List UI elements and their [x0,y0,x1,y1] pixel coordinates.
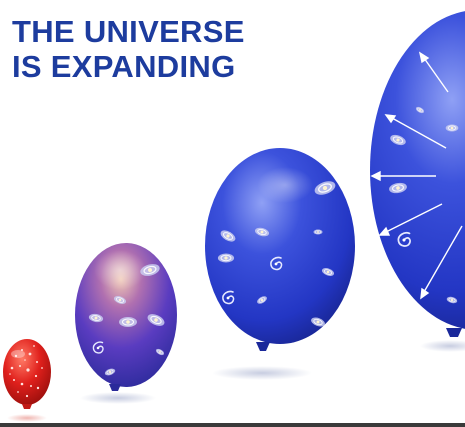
blue-balloon [205,148,355,380]
violet-balloon [75,243,177,404]
expansion-diagram [0,11,465,427]
large-blue-balloon [370,11,465,352]
red-balloon [3,339,51,422]
bottom-border [0,423,465,427]
